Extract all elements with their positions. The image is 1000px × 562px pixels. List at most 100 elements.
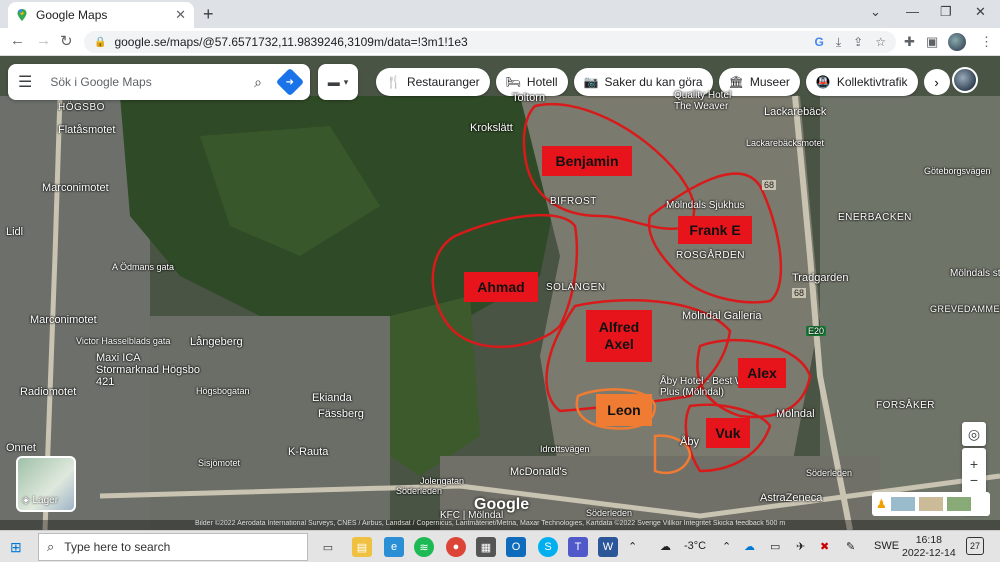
share-icon[interactable]: ⇪ xyxy=(853,35,863,50)
taskbar-search-box[interactable]: ⌕ Type here to search xyxy=(38,533,308,561)
weather-cloud-icon[interactable]: ☁ xyxy=(660,540,671,553)
place-label: AstraZeneca xyxy=(760,492,823,504)
hamburger-menu-icon[interactable]: ☰ xyxy=(18,72,32,92)
place-label: BIFROST xyxy=(550,196,597,207)
place-label: Fässberg xyxy=(318,408,364,420)
new-tab-button[interactable]: + xyxy=(203,4,214,25)
place-label: Söderleden xyxy=(396,486,443,496)
lock-icon: 🔒 xyxy=(94,36,107,48)
zoom-out-button[interactable]: − xyxy=(970,472,978,488)
word-icon[interactable]: W xyxy=(598,537,618,557)
profile-avatar[interactable] xyxy=(948,33,966,51)
area-label-ahmad: Ahmad xyxy=(464,272,538,302)
maps-search-input[interactable]: Sök i Google Maps xyxy=(50,75,254,89)
directions-icon[interactable]: ➜ xyxy=(275,67,305,97)
maximize-button[interactable]: ❐ xyxy=(940,4,952,20)
area-label-alfred-axel: Alfred Axel xyxy=(586,310,652,362)
place-label: Mölndals stad xyxy=(950,268,1000,279)
layers-card[interactable]: ◈ Lager xyxy=(16,456,76,512)
tab-google-maps[interactable]: Google Maps ✕ xyxy=(8,2,194,28)
pen-icon[interactable]: ✎ xyxy=(846,540,855,553)
reload-icon[interactable]: ↻ xyxy=(60,32,73,50)
map-attribution: Bilder ©2022 Aerodata International Surv… xyxy=(0,520,1000,530)
place-label: Högsbogatan xyxy=(196,386,250,396)
place-label: Quality Hotel The Weaver xyxy=(674,90,732,112)
outlook-icon[interactable]: O xyxy=(506,537,526,557)
file-explorer-icon[interactable]: ▤ xyxy=(352,537,372,557)
my-location-icon[interactable]: ◎ xyxy=(962,422,986,446)
layers-toggle-button[interactable]: ▬ ▾ xyxy=(318,64,358,100)
place-label: A Ödmans gata xyxy=(112,262,175,272)
language-indicator[interactable]: SWE xyxy=(874,540,899,552)
chip-transit[interactable]: 🚇 Kollektivtrafik xyxy=(805,68,918,96)
zoom-in-button[interactable]: + xyxy=(970,456,978,472)
category-chips: 🍴 Restauranger 🛏 Hotell 📷 Saker du kan göra… xyxy=(376,68,950,96)
teams-icon[interactable]: T xyxy=(568,537,588,557)
bed-icon: 🛏 xyxy=(505,75,521,89)
place-label: ROSGÅRDEN xyxy=(676,250,745,261)
layers-label: ◈ Lager xyxy=(22,495,59,506)
extensions-puzzle-icon[interactable]: ✚ xyxy=(904,34,915,50)
edge-icon[interactable]: e xyxy=(384,537,404,557)
task-view-icon[interactable]: ▭ xyxy=(318,537,338,557)
onedrive-icon[interactable]: ☁ xyxy=(744,540,755,553)
pegman-icon[interactable]: ♟ xyxy=(876,497,887,511)
spotify-icon[interactable]: ≋ xyxy=(414,537,434,557)
tab-title: Google Maps xyxy=(36,8,108,22)
route-shield-68: 68 xyxy=(792,288,807,298)
transit-icon: 🚇 xyxy=(815,75,831,89)
skype-icon[interactable]: S xyxy=(538,537,558,557)
maps-profile-avatar[interactable] xyxy=(952,67,978,93)
place-label: Göteborgsvägen xyxy=(924,166,991,176)
satellite-map[interactable]: ☰ Sök i Google Maps ⌕ ➜ ▬ ▾ 🍴 Restauranger… xyxy=(0,56,1000,530)
place-label: Radiomotet xyxy=(20,386,77,398)
tab-close-icon[interactable]: ✕ xyxy=(175,7,186,23)
maps-search-box[interactable]: ☰ Sök i Google Maps ⌕ ➜ xyxy=(8,64,310,100)
notifications-badge[interactable]: 27 xyxy=(966,537,984,555)
browser-toolbar: ← → ↻ 🔒 google.se/maps/@57.6571732,11.98… xyxy=(0,28,1000,56)
address-bar[interactable]: 🔒 google.se/maps/@57.6571732,11.9839246,… xyxy=(84,31,896,53)
place-label: Idrottsvägen xyxy=(540,444,590,454)
airplane-icon[interactable]: ✈ xyxy=(796,540,805,553)
weather-temperature[interactable]: -3°C xyxy=(684,540,706,552)
imagery-thumbnail-1[interactable] xyxy=(890,497,915,511)
install-icon[interactable]: ⤓ xyxy=(836,35,841,50)
taskbar-search-input[interactable]: Type here to search xyxy=(64,540,170,554)
windows-start-icon[interactable]: ⊞ xyxy=(10,539,22,556)
zoom-controls: + − xyxy=(962,448,986,496)
place-label: Lidl xyxy=(6,226,24,238)
side-panel-icon[interactable]: ▣ xyxy=(926,34,938,50)
chrome-menu-icon[interactable]: ⋮ xyxy=(980,34,993,50)
browser-tab-bar: Google Maps ✕ + ⌄ — ❐ ✕ xyxy=(0,0,1000,28)
imagery-thumbnail-2[interactable] xyxy=(918,497,943,511)
search-icon[interactable]: ⌕ xyxy=(254,74,262,91)
place-label: GREVEDAMMEN xyxy=(930,304,1000,314)
place-label: Marconimotet xyxy=(30,314,97,326)
place-label: Toltorn xyxy=(512,92,546,104)
bookmark-star-icon[interactable]: ☆ xyxy=(875,35,886,50)
security-icon[interactable]: ✖ xyxy=(820,540,829,553)
chip-restaurants[interactable]: 🍴 Restauranger xyxy=(376,68,490,96)
back-arrow-icon[interactable]: ← xyxy=(10,32,25,49)
search-icon: ⌕ xyxy=(47,539,55,554)
tab-search-icon[interactable]: ⌄ xyxy=(870,4,881,20)
museum-icon: 🏛 xyxy=(728,75,744,89)
imagery-toolbar: ♟ xyxy=(872,492,990,516)
clock-time: 16:18 xyxy=(915,534,942,546)
forward-arrow-icon[interactable]: → xyxy=(36,32,51,49)
place-label: Maxi ICA Stormarknad Högsbo 421 xyxy=(96,352,200,388)
google-lens-icon[interactable]: G xyxy=(815,35,824,50)
show-hidden-icons[interactable]: ⌃ xyxy=(722,540,731,553)
taskbar-clock[interactable]: 16:18 2022-12-14 xyxy=(902,534,956,560)
close-window-button[interactable]: ✕ xyxy=(975,4,986,20)
network-icon[interactable]: ▭ xyxy=(770,540,780,553)
place-label: Marconimotet xyxy=(42,182,109,194)
area-label-frank: Frank E xyxy=(678,216,752,244)
area-label-vuk: Vuk xyxy=(706,418,750,448)
chrome-icon[interactable]: ● xyxy=(446,537,466,557)
store-icon[interactable]: ▦ xyxy=(476,537,496,557)
area-label-alex: Alex xyxy=(738,358,786,388)
tray-overflow-icon[interactable]: ⌃ xyxy=(628,540,637,553)
minimize-button[interactable]: — xyxy=(906,4,919,19)
imagery-thumbnail-3[interactable] xyxy=(946,497,971,511)
